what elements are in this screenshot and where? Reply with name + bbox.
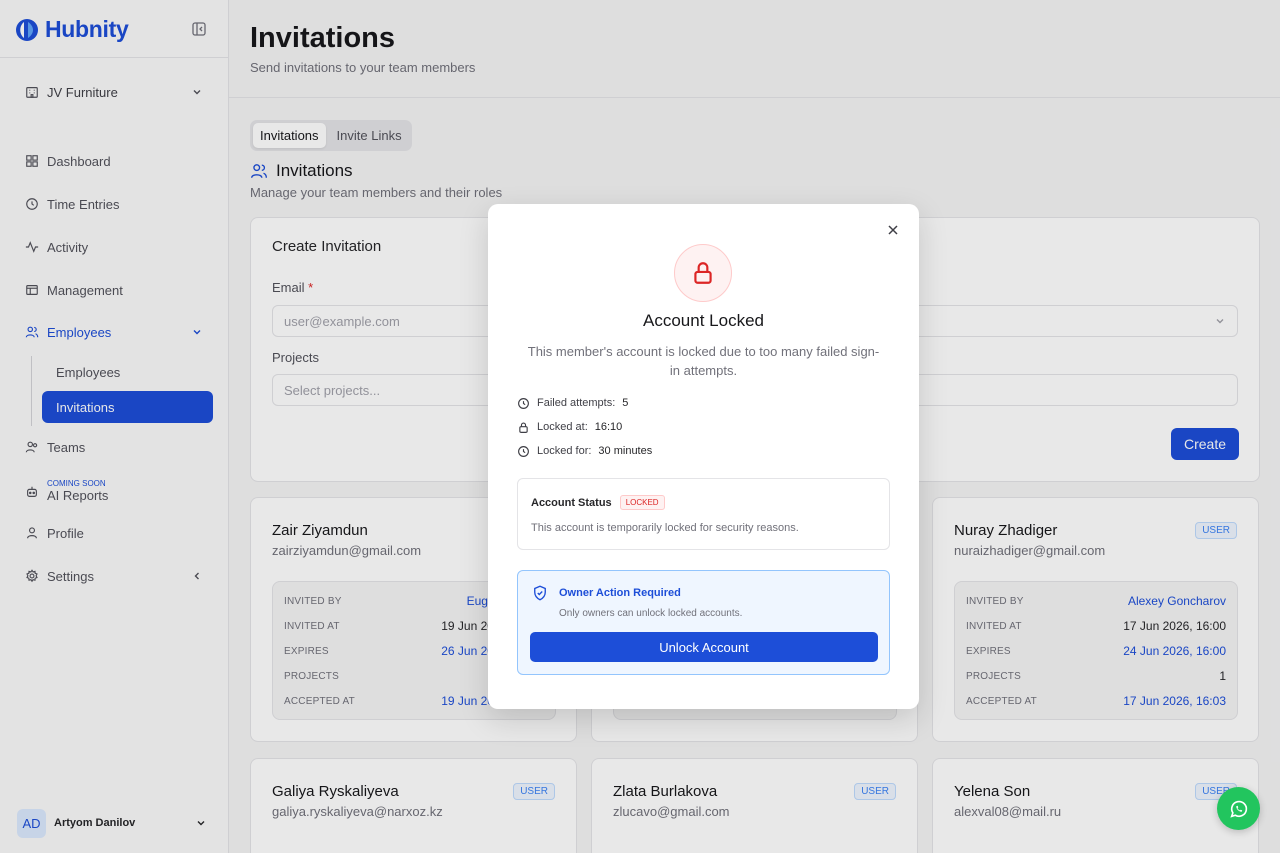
clock-icon <box>518 445 529 457</box>
stat-locked-for: Locked for: 30 minutes <box>517 443 652 459</box>
stat-value: 5 <box>622 397 629 409</box>
owner-action-text: Only owners can unlock locked accounts. <box>559 608 743 619</box>
stat-value: 16:10 <box>594 421 623 433</box>
account-status-text: This account is temporarily locked for s… <box>531 522 799 534</box>
status-badge: LOCKED <box>619 495 665 510</box>
stat-locked-at: Locked at: 16:10 <box>517 419 622 435</box>
lock-badge <box>674 244 732 302</box>
account-status-panel: Account Status LOCKED This account is te… <box>517 478 890 550</box>
account-status-header: Account Status LOCKED <box>531 495 665 510</box>
account-locked-modal: Account Locked This member's account is … <box>488 204 919 709</box>
whatsapp-chat-button[interactable] <box>1217 787 1260 830</box>
owner-action-title: Owner Action Required <box>559 587 681 599</box>
modal-description: This member's account is locked due to t… <box>527 344 880 378</box>
clock-icon <box>518 397 529 409</box>
stat-label: Locked for: <box>537 445 592 457</box>
account-status-title: Account Status <box>531 496 612 509</box>
lock-icon <box>519 421 528 433</box>
stat-label: Locked at: <box>537 421 588 433</box>
unlock-account-button[interactable]: Unlock Account <box>530 632 878 662</box>
modal-title: Account Locked <box>643 311 764 330</box>
whatsapp-icon <box>1229 800 1247 818</box>
stat-failed-attempts: Failed attempts: 5 <box>517 395 628 411</box>
stat-label: Failed attempts: <box>537 397 616 409</box>
owner-action-panel: Owner Action Required Only owners can un… <box>517 570 890 675</box>
lock-icon <box>694 262 712 284</box>
stat-value: 30 minutes <box>598 445 653 457</box>
close-icon[interactable] <box>885 222 901 238</box>
shield-check-icon <box>534 585 546 601</box>
